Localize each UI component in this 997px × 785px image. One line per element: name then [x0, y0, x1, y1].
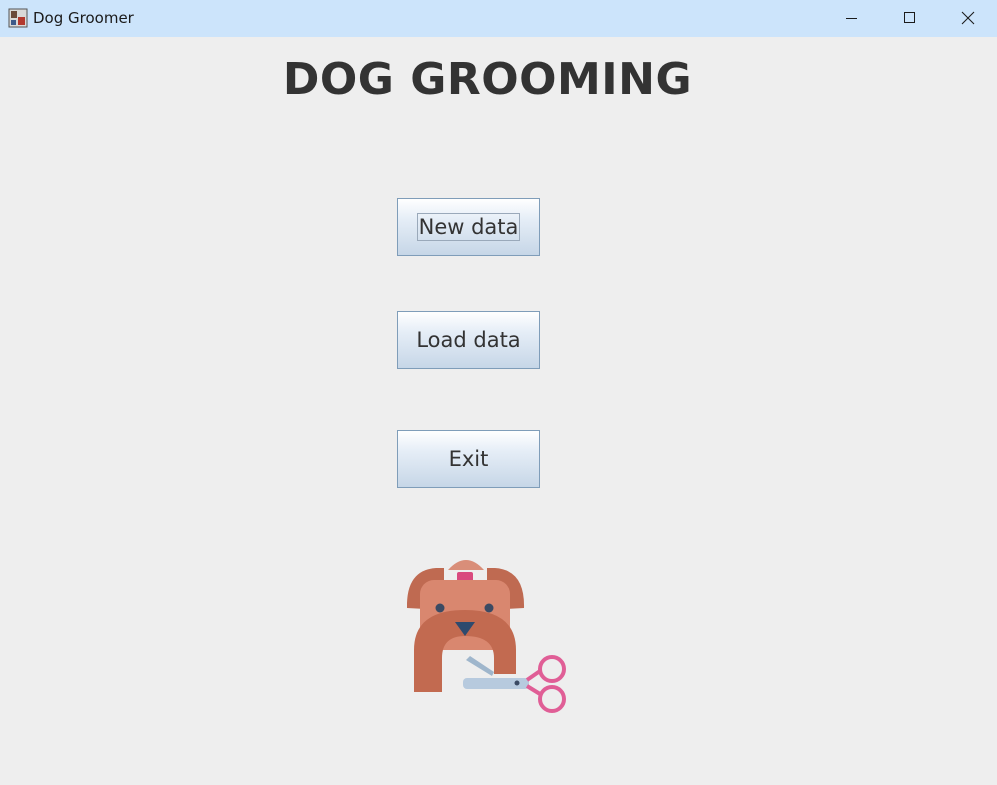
close-icon	[961, 11, 975, 25]
window-title: Dog Groomer	[33, 9, 134, 27]
load-data-button[interactable]: Load data	[397, 311, 540, 369]
maximize-icon	[904, 12, 915, 23]
app-icon	[8, 8, 28, 28]
close-button[interactable]	[939, 0, 997, 37]
dog-grooming-icon	[406, 560, 566, 713]
maximize-button[interactable]	[880, 0, 938, 37]
exit-button[interactable]: Exit	[397, 430, 540, 488]
page-title: DOG GROOMING	[282, 54, 693, 105]
exit-button-label: Exit	[448, 447, 489, 471]
minimize-icon	[846, 18, 857, 19]
minimize-button[interactable]	[822, 0, 880, 37]
window-titlebar: Dog Groomer	[0, 0, 997, 37]
load-data-button-label: Load data	[416, 328, 521, 352]
new-data-button-label: New data	[416, 213, 521, 241]
new-data-button[interactable]: New data	[397, 198, 540, 256]
